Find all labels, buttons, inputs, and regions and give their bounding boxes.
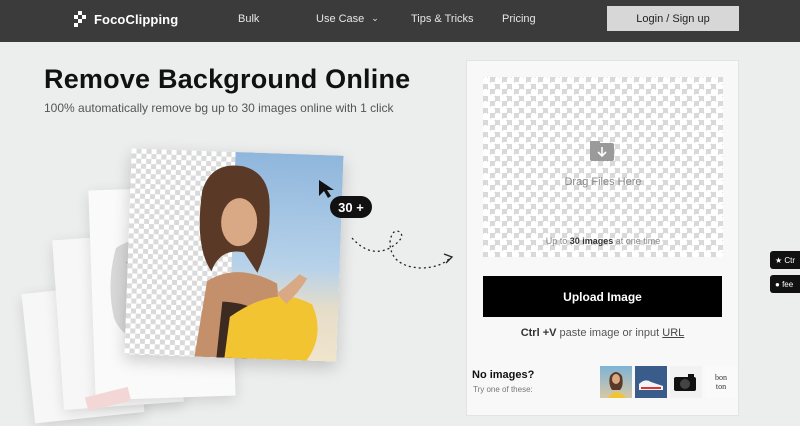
nav-bulk[interactable]: Bulk bbox=[238, 13, 259, 25]
dotted-arrow-icon bbox=[351, 230, 454, 269]
star-icon: ★ bbox=[775, 255, 783, 265]
woman-figure bbox=[194, 165, 318, 361]
paste-text: paste image or input bbox=[556, 327, 663, 339]
limit-prefix: Up to bbox=[545, 236, 570, 246]
side-feedback-label: fee bbox=[782, 279, 794, 289]
camera-sample-icon bbox=[674, 374, 696, 391]
upload-folder-icon bbox=[590, 141, 614, 161]
page-subtitle: 100% automatically remove bg up to 30 im… bbox=[44, 101, 394, 115]
nav-use-case-label: Use Case bbox=[316, 13, 365, 25]
side-feedback-button[interactable]: ● fee bbox=[770, 275, 800, 293]
url-link[interactable]: URL bbox=[662, 327, 684, 339]
nav-tips-tricks[interactable]: Tips & Tricks bbox=[411, 13, 474, 25]
side-bookmark-button[interactable]: ★ Ctr bbox=[770, 251, 800, 269]
logo-text-sample[interactable]: bon ton bbox=[705, 366, 737, 398]
login-signup-button[interactable]: Login / Sign up bbox=[607, 6, 739, 31]
logo[interactable]: FocoClipping bbox=[74, 11, 178, 27]
hero-illustration bbox=[20, 148, 460, 426]
cursor-arrow-icon bbox=[319, 180, 334, 198]
page-title: Remove Background Online bbox=[44, 64, 411, 94]
no-images-title: No images? bbox=[472, 369, 535, 381]
sneakers-sample[interactable] bbox=[635, 366, 667, 398]
chevron-down-icon: ⌄ bbox=[371, 13, 379, 23]
nav-pricing[interactable]: Pricing bbox=[502, 13, 536, 25]
drop-zone[interactable] bbox=[483, 77, 723, 257]
camera-sample[interactable] bbox=[670, 366, 702, 398]
limit-suffix: at one time bbox=[613, 236, 661, 246]
paste-shortcut: Ctrl +V bbox=[520, 327, 557, 339]
no-images-subtitle: Try one of these: bbox=[473, 385, 533, 394]
nav-use-case[interactable]: Use Case ⌄ bbox=[316, 13, 379, 25]
side-bookmark-label: Ctr bbox=[784, 255, 796, 265]
top-navbar: FocoClipping Bulk Use Case ⌄ Tips & Trick… bbox=[0, 0, 800, 42]
woman-portrait-sample[interactable] bbox=[600, 366, 632, 398]
woman-portrait-sample-icon bbox=[608, 372, 626, 398]
upload-image-button[interactable]: Upload Image bbox=[483, 276, 722, 317]
limit-bold: 30 images bbox=[569, 236, 614, 246]
paste-hint: Ctrl +V paste image or input URL bbox=[483, 327, 722, 339]
upload-limit-text: Up to 30 images at one time bbox=[483, 236, 723, 246]
logo-text-sample-label: bon ton bbox=[715, 373, 727, 391]
logo-text: FocoClipping bbox=[94, 11, 179, 27]
drag-files-text: Drag Files Here bbox=[564, 176, 642, 188]
count-badge: 30 + bbox=[330, 196, 372, 218]
red-card-shape bbox=[84, 386, 132, 412]
chat-icon: ● bbox=[775, 279, 780, 289]
sneakers-sample-icon bbox=[639, 380, 663, 390]
before-after-photo bbox=[124, 148, 344, 362]
logo-mark-icon bbox=[74, 11, 88, 27]
